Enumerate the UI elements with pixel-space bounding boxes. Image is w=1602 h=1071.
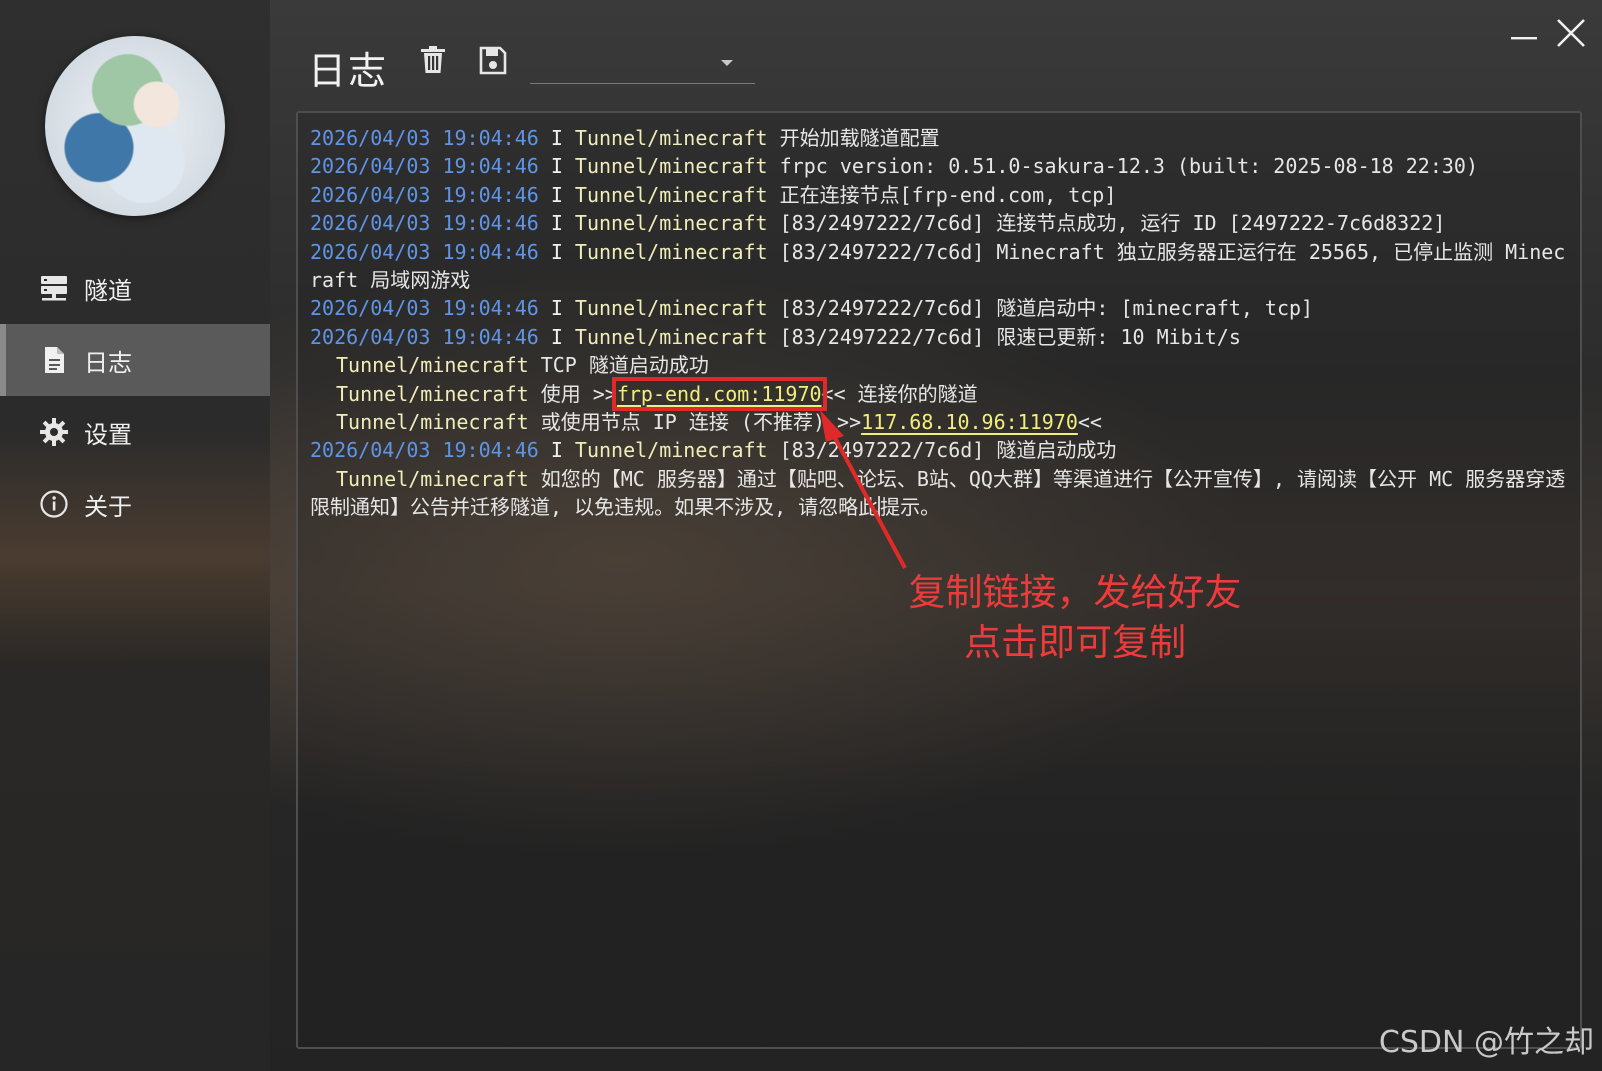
log-line: Tunnel/minecraft 如您的【MC 服务器】通过【贴吧、论坛、B站、…: [310, 466, 1566, 520]
sidebar-item-label: 设置: [84, 420, 132, 449]
log-line: Tunnel/minecraft 使用 >>frp-end.com:11970<…: [336, 376, 978, 411]
log-line: 2026/04/03 19:04:46 I Tunnel/minecraft […: [310, 239, 1566, 293]
close-button[interactable]: [1552, 16, 1588, 52]
log-line: 2026/04/03 19:04:46 I Tunnel/minecraft 正…: [310, 182, 1117, 207]
node-ip-link[interactable]: 117.68.10.96:11970: [861, 410, 1078, 434]
log-filter-dropdown[interactable]: [530, 46, 755, 84]
save-icon: [479, 45, 507, 79]
log-line: 2026/04/03 19:04:46 I Tunnel/minecraft […: [310, 296, 1314, 321]
caret-down-icon: [721, 60, 733, 66]
page-title: 日志: [308, 49, 389, 93]
sidebar-item-logs[interactable]: 日志: [0, 324, 270, 396]
trash-icon: [419, 45, 447, 79]
save-log-button[interactable]: [476, 44, 510, 80]
log-line: 2026/04/03 19:04:46 I Tunnel/minecraft […: [310, 438, 1117, 463]
server-icon: [38, 272, 70, 304]
sidebar-nav: 隧道 日志 设置 关于: [0, 252, 270, 540]
sidebar-item-label: 关于: [84, 492, 132, 521]
log-line: 2026/04/03 19:04:46 I Tunnel/minecraft […: [310, 324, 1241, 349]
log-line: Tunnel/minecraft TCP 隧道启动成功: [336, 353, 709, 378]
minimize-icon: [1511, 37, 1537, 40]
annotation-line: 点击即可复制: [964, 621, 1186, 664]
tunnel-address-link[interactable]: frp-end.com:11970: [611, 376, 827, 411]
close-icon: [1557, 19, 1585, 47]
clear-log-button[interactable]: [416, 44, 450, 80]
sidebar-item-about[interactable]: 关于: [0, 468, 270, 540]
avatar[interactable]: [45, 36, 225, 216]
annotation-line: 复制链接，发给好友: [908, 571, 1242, 614]
log-line: 2026/04/03 19:04:46 I Tunnel/minecraft 开…: [310, 126, 940, 150]
watermark: CSDN @竹之却: [1378, 1025, 1594, 1060]
sidebar-item-tunnels[interactable]: 隧道: [0, 252, 270, 324]
sidebar: 隧道 日志 设置 关于: [0, 0, 270, 1071]
minimize-button[interactable]: [1506, 16, 1542, 52]
sidebar-item-settings[interactable]: 设置: [0, 396, 270, 468]
gear-icon: [38, 416, 70, 448]
log-line: 2026/04/03 19:04:46 I Tunnel/minecraft […: [310, 211, 1446, 236]
info-icon: [38, 488, 70, 520]
log-line: 2026/04/03 19:04:46 I Tunnel/minecraft f…: [310, 154, 1479, 179]
log-line: Tunnel/minecraft 或使用节点 IP 连接 (不推荐) >>117…: [336, 410, 1102, 435]
sidebar-item-label: 日志: [84, 348, 132, 377]
annotation-text: 复制链接，发给好友 点击即可复制: [895, 568, 1255, 668]
sidebar-item-label: 隧道: [84, 276, 132, 305]
document-icon: [38, 344, 70, 376]
